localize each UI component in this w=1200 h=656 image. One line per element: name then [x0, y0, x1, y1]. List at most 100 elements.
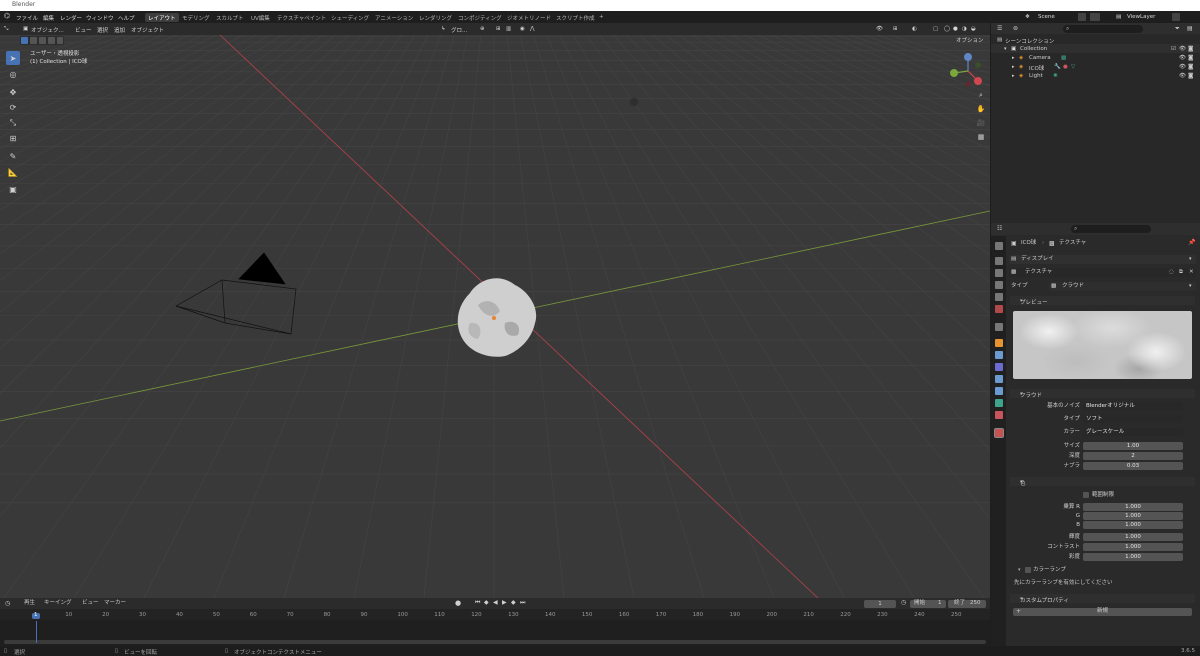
move-tool[interactable]: ✥ [6, 85, 20, 99]
camera-data-icon[interactable]: ▩ [1061, 55, 1066, 61]
texture-name[interactable]: テクスチャ [1025, 269, 1052, 276]
current-frame-field[interactable]: 1 [864, 600, 896, 608]
color-ramp-checkbox[interactable] [1025, 567, 1031, 573]
cloud-color-dropdown[interactable]: グレースケール [1083, 428, 1183, 436]
outliner-item-light[interactable]: ▸ ◈ Light ✺ 👁 ◙ [991, 71, 1200, 80]
material-shading-icon[interactable]: ◑ [962, 26, 967, 32]
tool-tab-icon[interactable] [995, 242, 1003, 250]
object-tab-icon[interactable] [995, 339, 1003, 347]
multiply-g-field[interactable]: 1.000 [1083, 512, 1183, 520]
3d-viewport[interactable]: ➤ ◎ ✥ ⟳ ⤡ ⊞ ✎ 📐 ▣ ユーザー・透視投影 (1) Collecti… [0, 23, 990, 598]
snap-target-icon[interactable]: ▥ [506, 26, 511, 32]
select-new-icon[interactable] [21, 37, 28, 44]
snap-icon[interactable]: ⊞ [496, 26, 501, 32]
unlink-close-icon[interactable]: ✕ [1189, 269, 1194, 276]
menu-select[interactable]: 選択 [97, 26, 108, 34]
new-property-button[interactable]: + 新規 [1013, 608, 1192, 616]
noise-basis-dropdown[interactable]: Blenderオリジナル [1083, 402, 1183, 410]
texture-datablock-field[interactable]: ▩ テクスチャ ◌ ⧉ ✕ [1009, 268, 1196, 277]
menu-playback[interactable]: 再生 [24, 600, 35, 607]
tab-modeling[interactable]: モデリング [179, 13, 213, 22]
mode-dropdown[interactable]: オブジェク... [31, 26, 64, 34]
checkbox-icon[interactable]: ☑ [1171, 46, 1176, 52]
modifier-tab-icon[interactable] [995, 351, 1003, 359]
scene-tab-icon[interactable] [995, 293, 1003, 301]
outliner-search-input[interactable]: ⌕ [1063, 25, 1143, 33]
eye-icon[interactable]: 👁 [1179, 46, 1186, 52]
clamp-checkbox[interactable] [1083, 492, 1089, 498]
menu-help[interactable]: ヘルプ [118, 14, 135, 22]
jump-start-icon[interactable]: ⏮ [475, 600, 480, 606]
preview-panel-header[interactable]: ▾ プレビュー [1010, 296, 1195, 306]
custom-properties-header[interactable]: ▾ カスタムプロパティ [1010, 594, 1195, 604]
filter-icon[interactable]: ⏷ [1175, 26, 1180, 32]
display-mode-icon[interactable]: ⊚ [1013, 26, 1018, 32]
camera-render-icon[interactable]: ◙ [1188, 55, 1193, 61]
physics-tab-icon[interactable] [995, 375, 1003, 383]
nabla-field[interactable]: 0.03 [1083, 462, 1183, 470]
select-mode-toggles[interactable] [20, 36, 64, 45]
xray-icon[interactable]: ▢ [933, 26, 938, 32]
camera-view-icon[interactable]: 🎥 [976, 119, 986, 129]
output-tab-icon[interactable] [995, 269, 1003, 277]
noise-type-dropdown[interactable]: ソフト [1083, 415, 1183, 423]
scene-options-button[interactable] [1078, 13, 1086, 21]
render-tab-icon[interactable] [995, 257, 1003, 265]
record-icon[interactable]: ● [455, 600, 461, 607]
gizmo-toggle-icon[interactable]: ⊞ [893, 26, 898, 32]
view-layer-tab-icon[interactable] [995, 281, 1003, 289]
camera-render-icon[interactable]: ◙ [1188, 73, 1193, 79]
falloff-icon[interactable]: ⋀ [530, 26, 535, 32]
tab-shading[interactable]: シェーディング [328, 13, 372, 22]
tab-animation[interactable]: アニメーション [372, 13, 416, 22]
new-collection-icon[interactable]: ▤ [1187, 26, 1193, 32]
transform-tool[interactable]: ⊞ [6, 131, 20, 145]
select-tool[interactable]: ➤ [6, 51, 20, 65]
editor-type-icon[interactable]: ⤡ [4, 26, 8, 33]
add-workspace-button[interactable]: + [596, 13, 607, 22]
menu-add[interactable]: 追加 [114, 26, 125, 34]
eye-icon[interactable]: 👁 [1179, 73, 1186, 79]
constraints-tab-icon[interactable] [995, 387, 1003, 395]
viewlayer-browse-button[interactable] [1172, 13, 1180, 21]
multiply-b-field[interactable]: 1.000 [1083, 521, 1183, 529]
play-icon[interactable]: ▶ [502, 600, 507, 606]
transform-orientation-dropdown[interactable]: グロ... [451, 26, 467, 34]
menu-render[interactable]: レンダー [60, 14, 82, 22]
saturation-field[interactable]: 1.000 [1083, 553, 1183, 561]
modifier-wrench-icon[interactable]: 🔧 [1054, 64, 1061, 70]
data-tab-icon[interactable] [995, 399, 1003, 407]
annotate-tool[interactable]: ✎ [6, 149, 20, 163]
tab-scripting[interactable]: スクリプト作成 [553, 13, 598, 22]
menu-view[interactable]: ビュー [75, 26, 92, 34]
chevron-down-icon[interactable]: ▾ [1018, 568, 1021, 573]
overlay-toggle-icon[interactable]: ◐ [912, 26, 917, 32]
multiply-r-field[interactable]: 1.000 [1083, 503, 1183, 511]
tab-texture-paint[interactable]: テクスチャペイント [274, 13, 329, 22]
display-dropdown[interactable]: ▤ ディスプレイ ▾ [1009, 255, 1196, 264]
start-frame-field[interactable]: 開始 1 [910, 600, 946, 608]
select-subtract-icon[interactable] [39, 37, 46, 44]
transform-orientation-icon[interactable]: ↳ [441, 26, 446, 32]
tab-layout[interactable]: レイアウト [145, 13, 179, 22]
mesh-data-icon[interactable]: ▽ [1071, 64, 1075, 70]
timeline-editor-icon[interactable]: ◷ [5, 601, 10, 607]
expand-arrow-icon[interactable]: ▸ [1012, 64, 1015, 70]
rotate-tool[interactable]: ⟳ [6, 100, 20, 114]
world-tab-icon[interactable] [995, 305, 1003, 313]
tab-uv-editing[interactable]: UV編集 [248, 13, 273, 22]
menu-view[interactable]: ビュー [82, 600, 99, 607]
properties-search-input[interactable]: ⌕ [1071, 225, 1151, 233]
play-reverse-icon[interactable]: ◀ [493, 600, 498, 606]
outliner-scene-collection[interactable]: ▤ シーンコレクション [991, 35, 1200, 45]
duplicate-icon[interactable]: ⧉ [1179, 269, 1183, 276]
expand-arrow-icon[interactable]: ▾ [1004, 46, 1007, 52]
outliner-collection[interactable]: ▾ ▣ Collection ☑ 👁 ◙ [991, 44, 1200, 53]
camera-render-icon[interactable]: ◙ [1188, 46, 1193, 52]
add-cube-tool[interactable]: ▣ [6, 182, 20, 196]
zoom-icon[interactable]: ⌕ [976, 91, 986, 101]
tab-compositing[interactable]: コンポジティング [455, 13, 505, 22]
tab-rendering[interactable]: レンダリング [416, 13, 455, 22]
material-icon[interactable]: ● [1063, 64, 1068, 70]
texture-tab-icon[interactable] [994, 428, 1004, 438]
